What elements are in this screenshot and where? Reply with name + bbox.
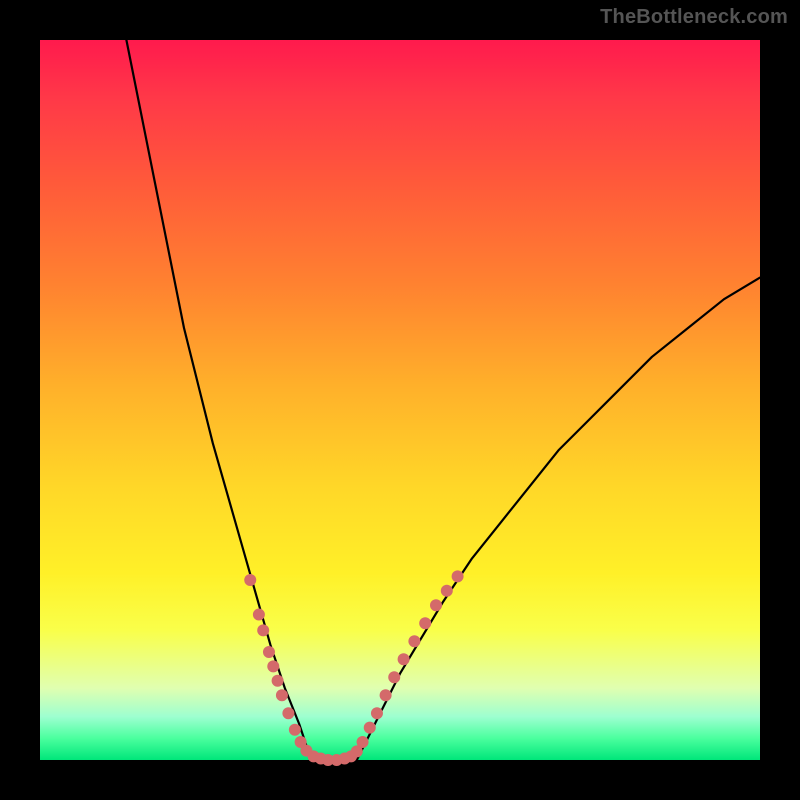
data-point-19 [364,722,376,734]
data-point-3 [263,646,275,658]
data-point-22 [388,671,400,683]
data-point-8 [289,724,301,736]
data-point-0 [244,574,256,586]
chart-container: TheBottleneck.com [0,0,800,800]
data-point-4 [267,660,279,672]
data-point-26 [430,599,442,611]
data-point-28 [452,570,464,582]
data-point-20 [371,707,383,719]
data-point-5 [272,675,284,687]
data-point-21 [380,689,392,701]
chart-data-points [244,570,463,766]
data-point-25 [419,617,431,629]
data-point-23 [398,653,410,665]
chart-lines [126,40,760,760]
data-point-24 [408,635,420,647]
data-point-1 [253,609,265,621]
data-point-18 [357,736,369,748]
chart-series-left-curve [126,40,313,760]
data-point-27 [441,585,453,597]
watermark-text: TheBottleneck.com [600,6,788,29]
chart-svg [40,40,760,760]
chart-series-right-curve [357,278,760,760]
data-point-2 [257,624,269,636]
data-point-6 [276,689,288,701]
data-point-7 [282,707,294,719]
plot-area [40,40,760,760]
